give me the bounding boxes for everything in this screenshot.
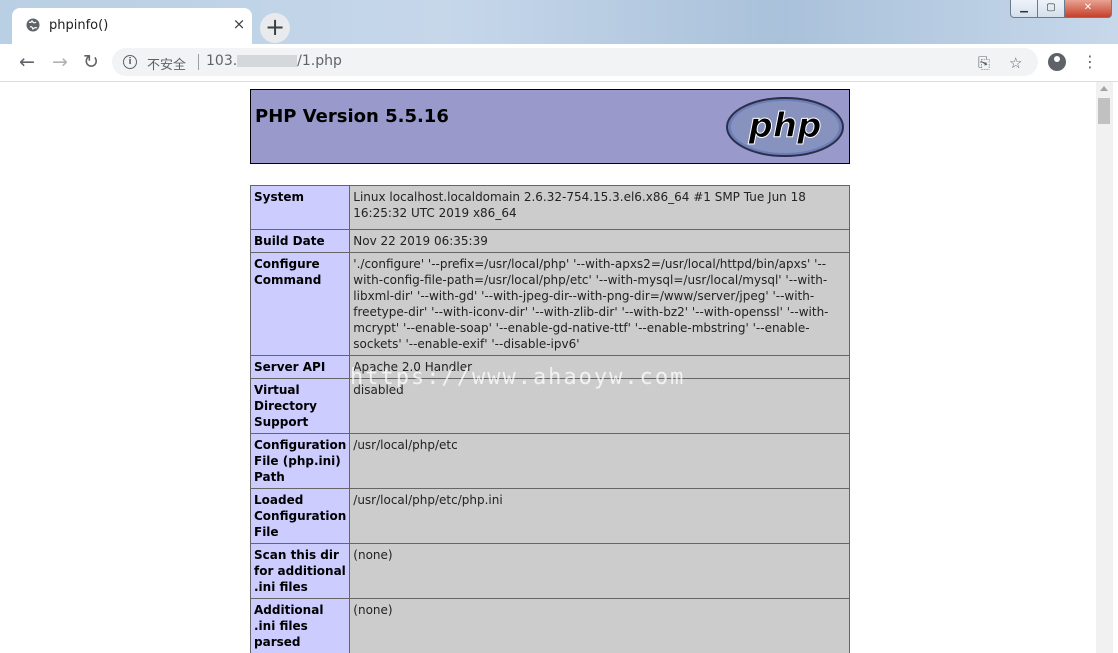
vertical-scrollbar[interactable] (1096, 82, 1113, 653)
scroll-thumb[interactable] (1098, 98, 1110, 124)
tab-title: phpinfo() (49, 18, 109, 33)
url-redacted (237, 55, 298, 67)
forward-arrow-icon[interactable]: → (50, 52, 70, 72)
menu-dots-icon[interactable]: ⋮ (1082, 53, 1098, 71)
table-row: Loaded Configuration File/usr/local/php/… (249, 488, 850, 544)
table-row: Build Date Nov 22 2019 06:35:39 (249, 229, 850, 253)
page-viewport: PHP Version 5.5.16 php System Linux local… (0, 82, 1100, 653)
php-logo: php (726, 97, 844, 157)
row-value: './configure' '--prefix=/usr/local/php' … (349, 252, 850, 356)
row-value: (none) (349, 598, 850, 653)
row-value: Nov 22 2019 06:35:39 (349, 229, 850, 253)
scroll-up-icon[interactable] (1100, 86, 1108, 91)
maximize-icon[interactable]: ▢ (1037, 0, 1065, 18)
star-icon[interactable]: ☆ (1009, 54, 1022, 72)
globe-icon (26, 18, 40, 32)
row-value: /usr/local/php/etc/php.ini (349, 488, 850, 544)
row-key: Configuration File (php.ini) Path (249, 433, 351, 489)
page-title: PHP Version 5.5.16 (255, 106, 449, 127)
row-key: Build Date (249, 229, 351, 253)
minimize-icon[interactable]: ▁ (1010, 0, 1038, 18)
row-key: Virtual Directory Support (249, 378, 351, 434)
svg-text:php: php (748, 106, 822, 146)
security-label[interactable]: 不安全 (147, 54, 186, 73)
row-value: (none) (349, 543, 850, 599)
row-value: Linux localhost.localdomain 2.6.32-754.1… (349, 185, 850, 230)
back-arrow-icon[interactable]: ← (17, 52, 37, 72)
table-row: System Linux localhost.localdomain 2.6.32… (249, 185, 850, 230)
row-key: Configure Command (249, 252, 351, 356)
account-icon[interactable] (1048, 53, 1066, 71)
address-bar[interactable]: i 不安全 103./1.php ⎘ ☆ (112, 48, 1038, 76)
row-key: System (249, 185, 351, 230)
table-row: Configuration File (php.ini) Path/usr/lo… (249, 433, 850, 489)
window-close-icon[interactable]: ✕ (1064, 0, 1112, 18)
reload-icon[interactable]: ↻ (81, 52, 101, 72)
row-key: Scan this dir for additional .ini files (249, 543, 351, 599)
tab-phpinfo[interactable]: phpinfo() × (12, 8, 252, 44)
table-row: Configure Command './configure' '--prefix… (249, 252, 850, 356)
url-text[interactable]: 103./1.php (206, 53, 342, 69)
browser-toolbar: ← → ↻ i 不安全 103./1.php ⎘ ☆ ⋮ (0, 44, 1118, 82)
php-version-header: PHP Version 5.5.16 php (250, 89, 850, 164)
row-value: /usr/local/php/etc (349, 433, 850, 489)
row-key: Loaded Configuration File (249, 488, 351, 544)
new-tab-button[interactable]: + (260, 13, 290, 43)
row-key: Server API (249, 355, 351, 379)
info-table: System Linux localhost.localdomain 2.6.32… (249, 185, 850, 653)
close-icon[interactable]: × (230, 15, 248, 33)
row-key: Additional .ini files parsed (249, 598, 351, 653)
table-row: Additional .ini files parsed (none) (249, 598, 850, 653)
info-icon[interactable]: i (123, 55, 137, 69)
translate-icon[interactable]: ⎘ (978, 54, 990, 72)
divider (198, 54, 199, 70)
table-row: Scan this dir for additional .ini files(… (249, 543, 850, 599)
browser-titlebar: phpinfo() × + ▁ ▢ ✕ (0, 0, 1118, 44)
watermark: https://www.ahaoyw.com (350, 365, 686, 390)
